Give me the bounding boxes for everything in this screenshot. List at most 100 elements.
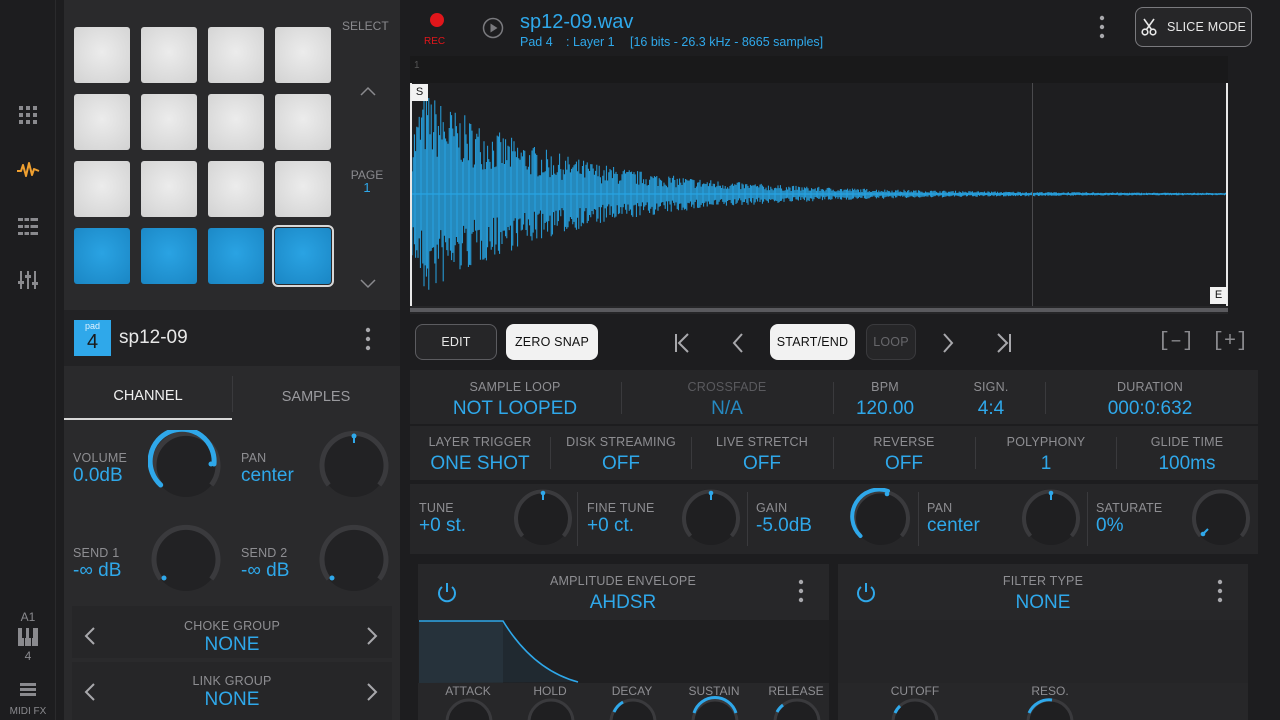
pad[interactable] [208, 27, 264, 83]
waveform-display[interactable] [410, 83, 1228, 306]
prev-icon[interactable] [732, 333, 744, 358]
reverse-value[interactable]: OFF [834, 453, 974, 475]
tab-channel[interactable]: CHANNEL [64, 374, 232, 420]
skip-end-icon[interactable] [996, 333, 1012, 358]
sequencer-icon[interactable] [15, 213, 41, 239]
more-vert-icon[interactable] [1096, 14, 1108, 45]
pad[interactable] [275, 161, 331, 217]
pan-knob[interactable] [316, 430, 392, 505]
polyphony-value[interactable]: 1 [976, 453, 1116, 475]
pad-info: Pad 4 [520, 35, 553, 49]
tune-knob[interactable] [512, 488, 574, 553]
bpm-label: BPM [871, 380, 899, 394]
choke-group-label: CHOKE GROUP [184, 619, 280, 633]
track-label: A1 [20, 610, 36, 624]
mixer-icon[interactable] [15, 267, 41, 293]
choke-prev-icon[interactable] [84, 626, 96, 651]
play-icon[interactable] [482, 17, 504, 44]
pad[interactable] [208, 161, 264, 217]
sample-loop-value[interactable]: NOT LOOPED [410, 398, 620, 420]
pad[interactable] [141, 161, 197, 217]
power-icon[interactable] [435, 581, 459, 610]
pad[interactable] [74, 228, 130, 284]
start-line[interactable] [410, 83, 412, 306]
slice-mode-button[interactable]: SLICE MODE [1135, 7, 1252, 47]
signature-label: SIGN. [973, 380, 1009, 394]
crossfade-label: CROSSFADE [687, 380, 767, 394]
layer-trigger-value[interactable]: ONE SHOT [410, 453, 550, 475]
pad[interactable] [208, 228, 264, 284]
glide-time-label: GLIDE TIME [1150, 435, 1224, 449]
filter-graph[interactable] [838, 620, 1248, 683]
gain-knob[interactable] [850, 487, 912, 553]
pad[interactable] [74, 161, 130, 217]
envelope-graph[interactable] [418, 620, 829, 683]
pad[interactable] [275, 27, 331, 83]
disk-streaming-value[interactable]: OFF [551, 453, 691, 475]
rec-label: REC [424, 36, 446, 47]
midi-fx-icon[interactable] [20, 683, 36, 702]
end-line[interactable] [1226, 83, 1228, 306]
slice-mode-label: SLICE MODE [1166, 20, 1247, 34]
end-marker[interactable]: E [1210, 287, 1227, 304]
midi-fx-label: MIDI FX [9, 706, 47, 717]
choke-group-value[interactable]: NONE [132, 634, 332, 656]
pad[interactable] [74, 27, 130, 83]
more-vert-icon[interactable] [1214, 578, 1226, 609]
pad-name[interactable]: sp12-09 [119, 327, 188, 349]
pad[interactable] [208, 94, 264, 150]
start-end-button[interactable]: START/END [770, 324, 855, 360]
signature-value[interactable]: 4:4 [940, 398, 1042, 420]
tab-samples[interactable]: SAMPLES [232, 374, 400, 420]
chevron-down-icon[interactable] [360, 276, 376, 294]
link-group-value[interactable]: NONE [132, 689, 332, 711]
send1-label: SEND 1 [73, 546, 120, 560]
more-vert-icon[interactable] [795, 578, 807, 609]
zoom-in-button[interactable]: [+] [1212, 330, 1248, 353]
volume-knob[interactable] [147, 426, 224, 505]
saturate-knob[interactable] [1190, 488, 1252, 553]
live-stretch-value[interactable]: OFF [692, 453, 832, 475]
send1-knob[interactable] [148, 524, 224, 599]
fine-tune-value: +0 ct. [587, 515, 634, 536]
left-nav: A1 4 MIDI FX [0, 0, 56, 720]
envelope-value[interactable]: AHDSR [518, 592, 728, 614]
scissors-icon [1141, 18, 1157, 36]
link-prev-icon[interactable] [84, 682, 96, 707]
pad[interactable] [74, 94, 130, 150]
loop-button[interactable]: LOOP [866, 324, 916, 360]
pad[interactable] [275, 94, 331, 150]
skip-start-icon[interactable] [674, 333, 690, 358]
zoom-out-button[interactable]: [–] [1158, 330, 1194, 353]
grid-icon[interactable] [15, 102, 41, 128]
pan-label: PAN [241, 451, 267, 465]
filter-type-value[interactable]: NONE [938, 592, 1148, 614]
record-icon[interactable] [430, 13, 444, 27]
edit-button[interactable]: EDIT [415, 324, 497, 360]
fine-tune-knob[interactable] [680, 488, 742, 553]
layer-trigger-label: LAYER TRIGGER [428, 435, 532, 449]
select-label[interactable]: SELECT [342, 19, 389, 33]
pad[interactable] [141, 94, 197, 150]
pad-selected[interactable] [272, 225, 334, 287]
filter-knobs [838, 696, 1248, 720]
waveform-scrollbar[interactable] [410, 306, 1228, 314]
filter-power-icon[interactable] [854, 581, 878, 610]
volume-label: VOLUME [73, 451, 127, 465]
waveform-ruler[interactable] [410, 56, 1228, 83]
pad[interactable] [141, 228, 197, 284]
choke-next-icon[interactable] [366, 626, 378, 651]
pad[interactable] [141, 27, 197, 83]
start-marker[interactable]: S [411, 84, 428, 101]
send2-knob[interactable] [316, 524, 392, 599]
next-icon[interactable] [942, 333, 954, 358]
bpm-value[interactable]: 120.00 [834, 398, 936, 420]
page-number: 1 [363, 180, 371, 195]
more-vert-icon[interactable] [362, 326, 374, 357]
layer-pan-knob[interactable] [1020, 488, 1082, 553]
glide-time-value[interactable]: 100ms [1117, 453, 1257, 475]
waveform-icon[interactable] [15, 157, 41, 183]
chevron-up-icon[interactable] [360, 84, 376, 102]
link-next-icon[interactable] [366, 682, 378, 707]
zero-snap-button[interactable]: ZERO SNAP [506, 324, 598, 360]
